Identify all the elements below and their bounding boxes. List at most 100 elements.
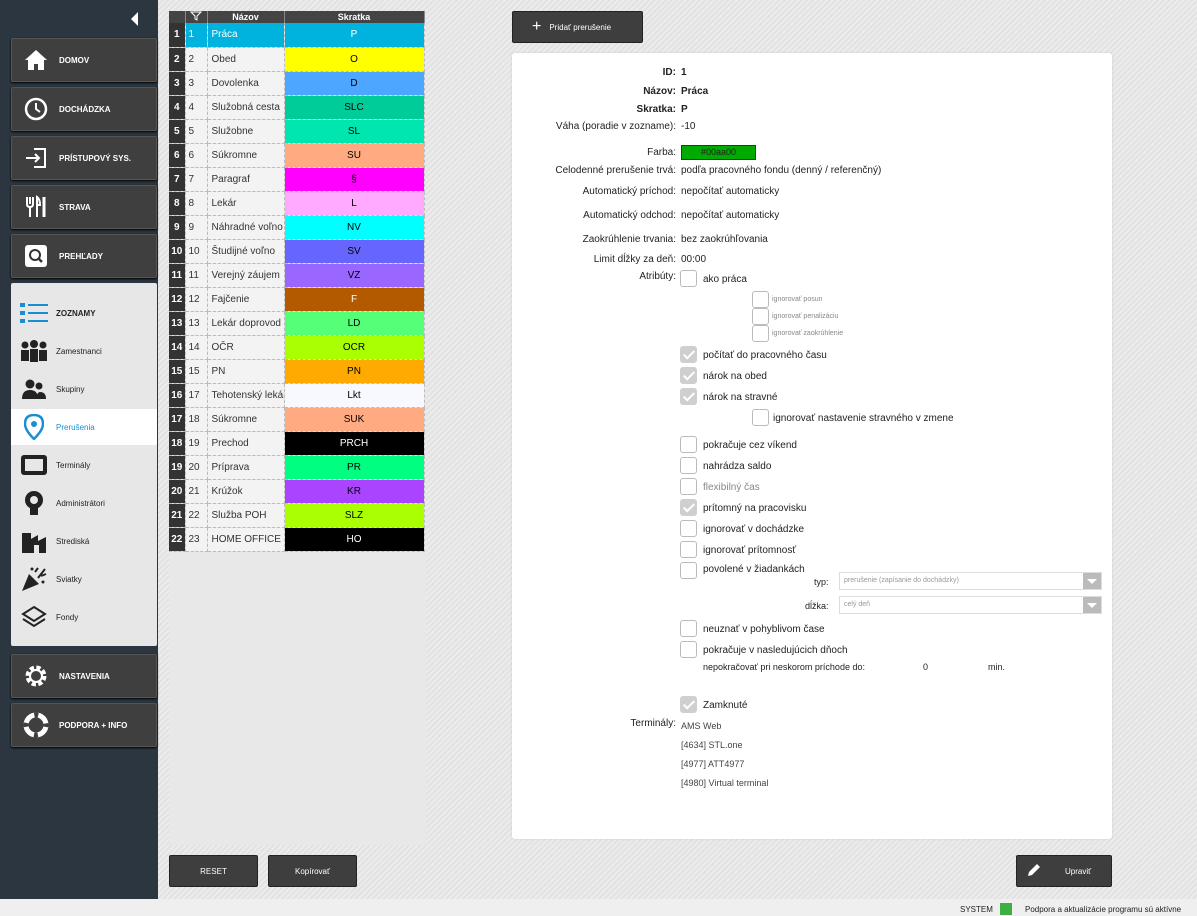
table-row[interactable]: 12 12 Fajčenie F	[169, 287, 425, 312]
ignore-meal-checkbox[interactable]	[752, 409, 769, 426]
submenu-groups[interactable]: Skupiny	[11, 371, 157, 407]
home-icon	[23, 47, 49, 73]
ignore-presence-label: ignorovať prítomnosť	[703, 545, 797, 556]
search-icon	[23, 243, 49, 269]
table-row[interactable]: 21 22 Služba POH SLZ	[169, 503, 425, 528]
nav-settings-button[interactable]: NASTAVENIA	[11, 654, 157, 698]
copy-button[interactable]: Kopírovať	[268, 855, 357, 887]
ignore-shift-checkbox[interactable]	[752, 291, 769, 308]
admin-icon	[20, 489, 48, 517]
row-short: OCR	[284, 335, 425, 360]
requests-checkbox[interactable]	[680, 562, 697, 579]
table-row[interactable]: 19 20 Príprava PR	[169, 455, 425, 480]
row-number: 9	[169, 215, 186, 240]
edit-button[interactable]: Upraviť	[1016, 855, 1112, 887]
saldo-checkbox[interactable]	[680, 457, 697, 474]
row-name: Práca	[207, 23, 285, 48]
table-row[interactable]: 15 15 PN PN	[169, 359, 425, 384]
ignore-penalty-checkbox[interactable]	[752, 308, 769, 325]
table-row[interactable]: 5 5 Služobne SL	[169, 119, 425, 144]
table-row[interactable]: 1 1 Práca P	[169, 23, 425, 48]
table-row[interactable]: 14 14 OČR OCR	[169, 335, 425, 360]
lists-submenu: ZOZNAMY Zamestnanci Skupiny Prerušenia T…	[11, 283, 157, 646]
table-row[interactable]: 11 11 Verejný záujem VZ	[169, 263, 425, 288]
flex-checkbox[interactable]	[680, 478, 697, 495]
status-user: SYSTEM	[960, 905, 993, 914]
add-interruption-button[interactable]: + Pridať prerušenie	[512, 11, 643, 43]
row-number: 14	[169, 335, 186, 360]
meal-checkbox[interactable]	[680, 388, 697, 405]
table-row[interactable]: 3 3 Dovolenka D	[169, 71, 425, 96]
row-short: L	[284, 191, 425, 216]
server-status-icon	[1000, 903, 1012, 915]
row-id: 21	[185, 479, 208, 504]
type-select[interactable]: prerušenie (zapísanie do dochádzky)	[839, 572, 1102, 590]
next-days-checkbox[interactable]	[680, 641, 697, 658]
nav-home-button[interactable]: DOMOV	[11, 38, 157, 82]
length-select[interactable]: celý deň	[839, 596, 1102, 614]
collapse-sidebar-icon[interactable]	[131, 12, 138, 26]
status-bar: SYSTEM Podpora a aktualizácie programu s…	[0, 899, 1197, 916]
row-short: KR	[284, 479, 425, 504]
flextime-no-checkbox[interactable]	[680, 620, 697, 637]
table-row[interactable]: 13 13 Lekár doprovod LD	[169, 311, 425, 336]
submenu-lists[interactable]: ZOZNAMY	[11, 295, 157, 331]
nav-access-button[interactable]: PRÍSTUPOVÝ SYS.	[11, 136, 157, 180]
rounding-label: Zaokrúhlenie trvania:	[582, 234, 676, 245]
column-header-name[interactable]: Názov	[207, 11, 285, 23]
nav-meals-button[interactable]: STRAVA	[11, 185, 157, 229]
table-row[interactable]: 22 23 HOME OFFICE HO	[169, 527, 425, 552]
grid-corner-header[interactable]	[169, 11, 186, 23]
saldo-label: nahrádza saldo	[703, 461, 772, 472]
table-row[interactable]: 17 18 Súkromne SUK	[169, 407, 425, 432]
row-short: SU	[284, 143, 425, 168]
row-short: PR	[284, 455, 425, 480]
ignore-meal-label: ignorovať nastavenie stravného v zmene	[773, 413, 954, 424]
row-name: Služobne	[207, 119, 285, 144]
nav-attendance-button[interactable]: DOCHÁDZKA	[11, 87, 157, 131]
ignore-presence-checkbox[interactable]	[680, 541, 697, 558]
column-header-short[interactable]: Skratka	[284, 11, 425, 23]
next-days-label: pokračuje v nasledujúcich dňoch	[703, 645, 848, 656]
table-row[interactable]: 2 2 Obed O	[169, 47, 425, 72]
as-work-checkbox[interactable]	[680, 270, 697, 287]
late-arrival-input[interactable]: 0	[923, 662, 928, 672]
row-id: 4	[185, 95, 208, 120]
table-row[interactable]: 20 21 Krúžok KR	[169, 479, 425, 504]
present-checkbox[interactable]	[680, 499, 697, 516]
row-name: Prechod	[207, 431, 285, 456]
ignore-attendance-checkbox[interactable]	[680, 520, 697, 537]
table-row[interactable]: 16 17 Tehotenský lekár Lkt	[169, 383, 425, 408]
nav-support-button[interactable]: PODPORA + INFO	[11, 703, 157, 747]
submenu-terminals[interactable]: Terminály	[11, 447, 157, 483]
submenu-holidays[interactable]: Sviatky	[11, 561, 157, 597]
row-name: Lekár	[207, 191, 285, 216]
table-row[interactable]: 18 19 Prechod PRCH	[169, 431, 425, 456]
table-row[interactable]: 9 9 Náhradné voľno NV	[169, 215, 425, 240]
lunch-checkbox[interactable]	[680, 367, 697, 384]
table-row[interactable]: 4 4 Služobná cesta SLC	[169, 95, 425, 120]
color-label: Farba:	[647, 147, 676, 158]
submenu-funds[interactable]: Fondy	[11, 599, 157, 635]
row-name: Tehotenský lekár	[207, 383, 285, 408]
table-row[interactable]: 8 8 Lekár L	[169, 191, 425, 216]
count-work-checkbox[interactable]	[680, 346, 697, 363]
ignore-rounding-checkbox[interactable]	[752, 325, 769, 342]
reset-button[interactable]: RESET	[169, 855, 258, 887]
lunch-label: nárok na obed	[703, 371, 767, 382]
row-short: VZ	[284, 263, 425, 288]
plus-icon: +	[532, 18, 542, 35]
nav-reports-button[interactable]: PREHĽADY	[11, 234, 157, 278]
submenu-interruptions[interactable]: Prerušenia	[11, 409, 157, 445]
table-row[interactable]: 7 7 Paragraf §	[169, 167, 425, 192]
filter-icon[interactable]	[185, 11, 208, 23]
table-row[interactable]: 6 6 Súkromne SU	[169, 143, 425, 168]
row-id: 11	[185, 263, 208, 288]
locked-checkbox[interactable]	[680, 696, 697, 713]
table-row[interactable]: 10 10 Študijné voľno SV	[169, 239, 425, 264]
submenu-centers[interactable]: Strediská	[11, 523, 157, 559]
submenu-admins[interactable]: Administrátori	[11, 485, 157, 521]
submenu-employees[interactable]: Zamestnanci	[11, 333, 157, 369]
flextime-no-label: neuznať v pohyblivom čase	[703, 624, 825, 635]
weekend-checkbox[interactable]	[680, 436, 697, 453]
